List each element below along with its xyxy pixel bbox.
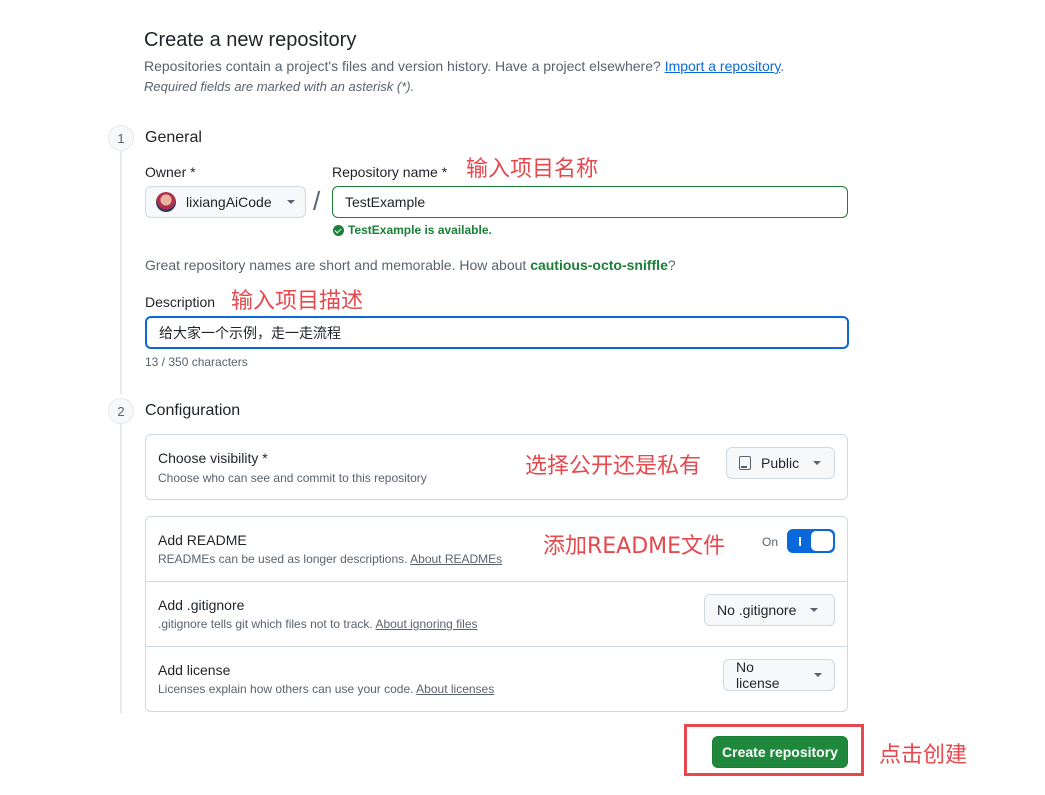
gitignore-sub-text: .gitignore tells git which files not to …	[158, 617, 376, 631]
license-select[interactable]: No license	[723, 659, 835, 691]
toggle-on-mark	[799, 537, 801, 546]
repo-name-label: Repository name *	[332, 164, 448, 180]
suggested-name[interactable]: cautious-octo-sniffle	[530, 257, 668, 273]
suggestion-text: Great repository names are short and mem…	[145, 257, 531, 273]
step-number-configuration: 2	[108, 398, 134, 424]
gitignore-title: Add .gitignore	[158, 597, 245, 613]
about-readmes-link[interactable]: About READMEs	[410, 552, 502, 566]
character-count: 13 / 350 characters	[145, 355, 248, 369]
description-input[interactable]	[145, 316, 849, 349]
readme-title: Add README	[158, 532, 247, 548]
gitignore-select[interactable]: No .gitignore	[704, 594, 835, 626]
chevron-down-icon	[810, 608, 819, 612]
intro-end: .	[780, 58, 785, 74]
license-subtitle: Licenses explain how others can use your…	[158, 682, 494, 696]
visibility-value: Public	[761, 455, 800, 471]
divider	[146, 581, 847, 582]
visibility-title: Choose visibility *	[158, 450, 268, 466]
check-circle-icon	[333, 224, 344, 236]
description-label: Description	[145, 294, 216, 310]
readme-subtitle: READMEs can be used as longer descriptio…	[158, 552, 502, 566]
name-suggestion: Great repository names are short and mem…	[145, 257, 676, 273]
required-note: Required fields are marked with an aster…	[144, 79, 415, 94]
import-repository-link[interactable]: Import a repository	[665, 58, 781, 74]
repo-name-input[interactable]	[332, 186, 848, 218]
visibility-subtitle: Choose who can see and commit to this re…	[158, 471, 427, 485]
chevron-down-icon	[813, 461, 822, 465]
intro-sentence: Repositories contain a project's files a…	[144, 58, 665, 74]
step-number-general: 1	[108, 125, 134, 151]
chevron-down-icon	[814, 673, 822, 677]
about-licenses-link[interactable]: About licenses	[416, 682, 494, 696]
slash-separator: /	[313, 186, 321, 216]
availability-text: TestExample is available.	[348, 223, 492, 237]
repo-options-card: Add README READMEs can be used as longer…	[145, 516, 848, 712]
toggle-knob	[811, 531, 833, 551]
annotation-readme: 添加README文件	[543, 534, 726, 559]
section-title-general: General	[145, 129, 202, 146]
owner-value: lixiangAiCode	[186, 194, 272, 210]
visibility-select[interactable]: Public	[726, 447, 835, 479]
intro-text: Repositories contain a project's files a…	[144, 58, 784, 74]
timeline-line-configuration	[120, 423, 122, 713]
annotation-create: 点击创建	[879, 743, 968, 768]
readme-sub-text: READMEs can be used as longer descriptio…	[158, 552, 411, 566]
license-title: Add license	[158, 662, 231, 678]
annotation-visibility: 选择公开还是私有	[525, 454, 702, 479]
avatar	[156, 192, 176, 212]
annotation-description: 输入项目描述	[231, 289, 364, 314]
chevron-down-icon	[287, 200, 295, 204]
divider	[146, 646, 847, 647]
availability-status: TestExample is available.	[333, 223, 492, 237]
owner-label: Owner *	[145, 164, 196, 180]
timeline-line-general	[120, 150, 122, 394]
create-repository-button[interactable]: Create repository	[712, 736, 848, 768]
suggestion-end: ?	[667, 257, 676, 273]
gitignore-subtitle: .gitignore tells git which files not to …	[158, 617, 478, 631]
license-value: No license	[736, 659, 780, 691]
readme-toggle-label: On	[762, 535, 779, 549]
annotation-repo-name: 输入项目名称	[466, 157, 599, 182]
visibility-card: Choose visibility * Choose who can see a…	[145, 434, 848, 500]
section-title-configuration: Configuration	[145, 402, 241, 419]
gitignore-value: No .gitignore	[717, 602, 797, 618]
about-ignoring-files-link[interactable]: About ignoring files	[375, 617, 477, 631]
repo-icon	[739, 456, 751, 470]
owner-select[interactable]: lixiangAiCode	[145, 186, 306, 218]
license-sub-text: Licenses explain how others can use your…	[158, 682, 417, 696]
page-title: Create a new repository	[144, 29, 357, 51]
readme-toggle[interactable]	[787, 529, 835, 553]
